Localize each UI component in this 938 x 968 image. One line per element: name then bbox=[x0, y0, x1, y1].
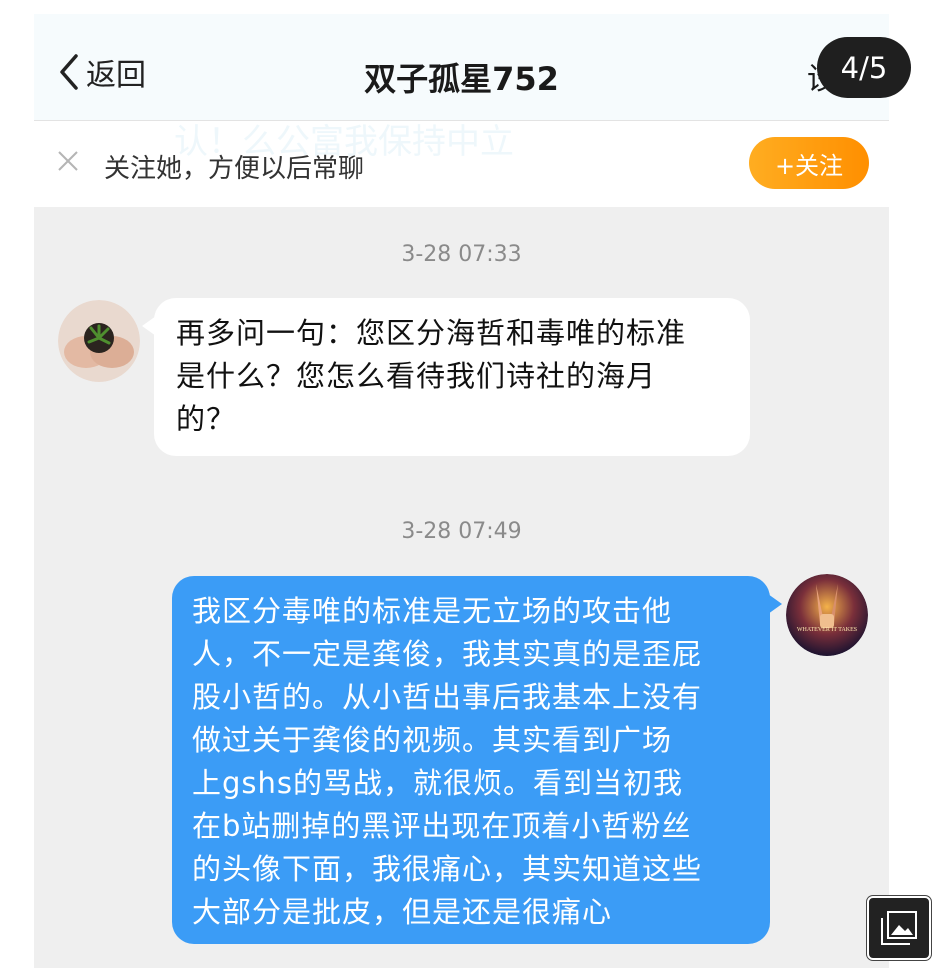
message-timestamp: 3-28 07:49 bbox=[401, 519, 522, 544]
chat-screen: 返回 双子孤星752 设置 关注她，方便以后常聊 +关注 认！么公富我保持中立 … bbox=[34, 14, 889, 968]
message-line: 是什么？您怎么看待我们诗社的海月 bbox=[176, 359, 657, 393]
message-bubble-sent[interactable]: 我区分毒唯的标准是无立场的攻击他 人，不一定是龚俊，我其实真的是歪屁 股小哲的。… bbox=[172, 576, 782, 944]
message-bubble-received[interactable]: 再多问一句：您区分海哲和毒唯的标准 是什么？您怎么看待我们诗社的海月 的？ bbox=[142, 298, 750, 456]
follow-prompt-bar: 关注她，方便以后常聊 +关注 bbox=[34, 121, 889, 207]
avatar-caption: WHATEVER IT TAKES bbox=[796, 627, 858, 633]
message-line: 上gshs的骂战，就很烦。看到当初我 bbox=[192, 766, 684, 800]
message-line: 做过关于龚俊的视频。其实看到广场 bbox=[192, 723, 673, 757]
bubble-tail bbox=[142, 316, 156, 336]
follow-prompt-text: 关注她，方便以后常聊 bbox=[104, 154, 365, 184]
sender-avatar[interactable] bbox=[58, 300, 140, 382]
message-line: 的头像下面，我很痛心，其实知道这些 bbox=[192, 852, 703, 886]
message-line: 我区分毒唯的标准是无立场的攻击他 bbox=[192, 594, 673, 628]
message-line: 的？ bbox=[176, 402, 237, 436]
message-line: 大部分是批皮，但是还是很痛心 bbox=[192, 895, 613, 929]
gallery-icon bbox=[881, 911, 917, 945]
gallery-button[interactable] bbox=[867, 896, 931, 960]
page-title: 双子孤星752 bbox=[364, 60, 559, 98]
message-line: 再多问一句：您区分海哲和毒唯的标准 bbox=[176, 316, 687, 350]
nav-bar: 返回 双子孤星752 设置 bbox=[34, 14, 889, 121]
message-line: 人，不一定是龚俊，我其实真的是歪屁 bbox=[192, 637, 703, 671]
message-timestamp: 3-28 07:33 bbox=[401, 242, 522, 267]
close-icon[interactable] bbox=[56, 149, 80, 173]
avatar-image bbox=[786, 574, 868, 656]
message-line: 股小哲的。从小哲出事后我基本上没有 bbox=[192, 680, 703, 714]
follow-button[interactable]: +关注 bbox=[749, 137, 869, 189]
page-indicator: 4/5 bbox=[817, 37, 911, 98]
self-avatar[interactable]: WHATEVER IT TAKES bbox=[786, 574, 868, 656]
avatar-image bbox=[58, 300, 140, 382]
bubble-tail bbox=[768, 594, 782, 614]
message-line: 在b站删掉的黑评出现在顶着小哲粉丝 bbox=[192, 809, 692, 843]
